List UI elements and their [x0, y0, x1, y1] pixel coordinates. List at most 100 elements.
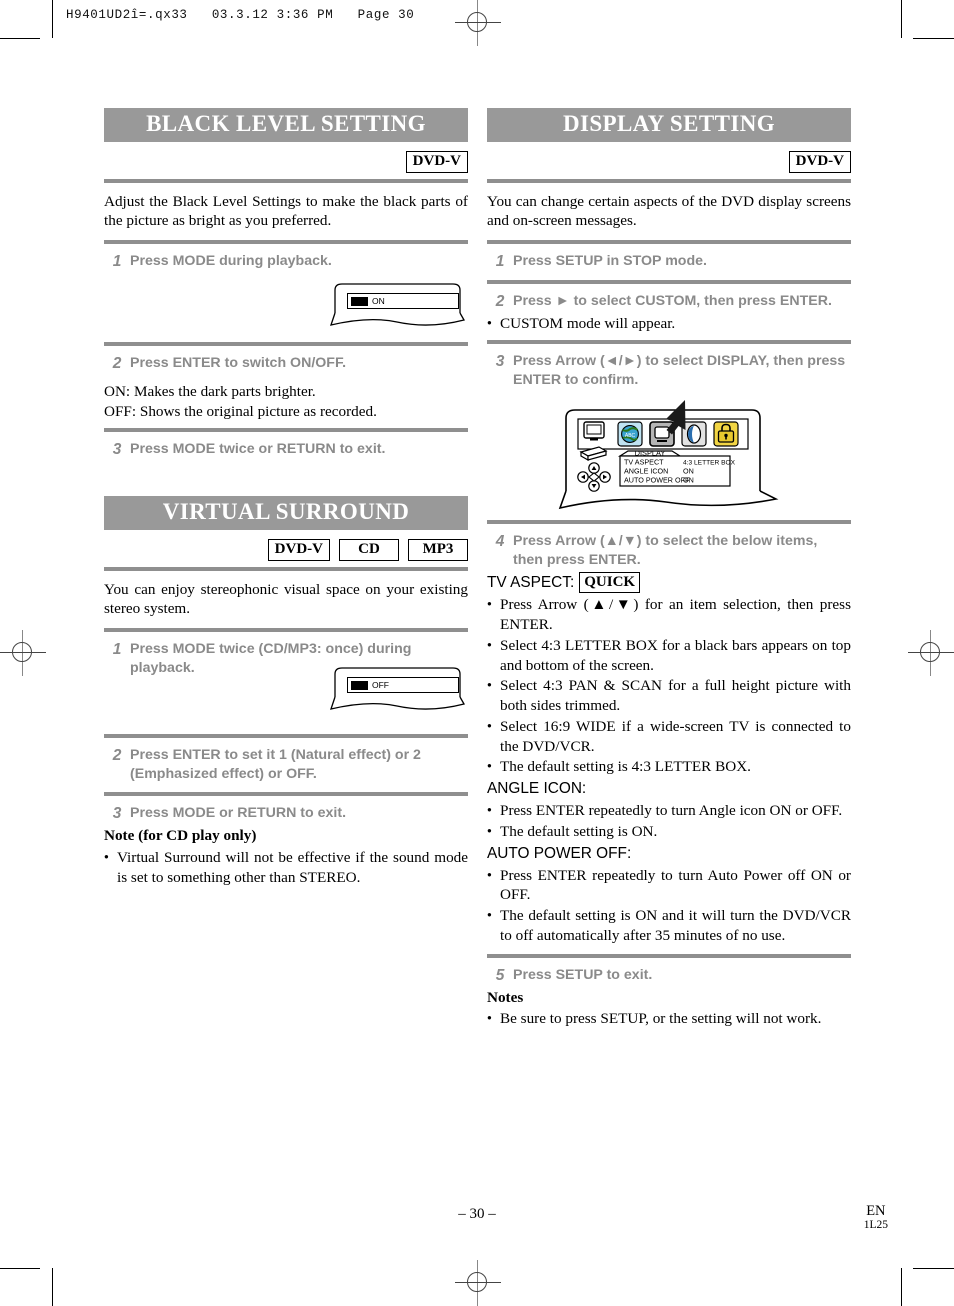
setting-bullet: The default setting is ON. [487, 822, 851, 842]
step-text: Press ENTER to set it 1 (Natural effect)… [130, 747, 421, 783]
section-rule [104, 566, 468, 571]
intro-paragraph-black-level: Adjust the Black Level Settings to make … [104, 192, 468, 230]
registration-mark-left [0, 630, 46, 676]
step-number: 5 [495, 966, 505, 984]
step-number: 3 [112, 805, 122, 823]
lock-icon [713, 421, 739, 447]
step-number: 1 [495, 253, 505, 271]
front-panel-display-text: ON [372, 296, 385, 307]
setting-bullet: The default setting is 4:3 LETTER BOX. [487, 757, 851, 777]
front-panel-display-box: ON [347, 293, 459, 310]
notes-bullet-list: Be sure to press SETUP, or the setting w… [487, 1009, 851, 1029]
crop-mark-bottom-left [0, 1268, 40, 1269]
step-display-1: 1 Press SETUP in STOP mode. [487, 252, 851, 272]
crop-mark-top-right [913, 38, 954, 39]
step-display-5: 5 Press SETUP to exit. [487, 966, 851, 986]
step-text: Press ► to select CUSTOM, then press ENT… [513, 293, 832, 310]
setting-bullet: The default setting is ON and it will tu… [487, 906, 851, 946]
note-bullet-list: Virtual Surround will not be effective i… [104, 848, 468, 888]
step-rule [487, 953, 851, 958]
step-rule [487, 240, 851, 245]
step-display-4: 4 Press Arrow (▲/▼) to select the below … [487, 532, 851, 570]
intro-paragraph-display-setting: You can change certain aspects of the DV… [487, 192, 851, 230]
registration-mark-bottom [455, 1260, 501, 1306]
media-badge-mp3: MP3 [408, 538, 468, 561]
on-description: ON: Makes the dark parts brighter. [104, 383, 316, 401]
step-rule [487, 280, 851, 285]
step-rule [104, 734, 468, 739]
step-text: Press MODE during playback. [130, 253, 332, 270]
setting-bullet: Press Arrow (▲/▼) for an item selection,… [487, 595, 851, 635]
menu-row-value-1: 4:3 LETTER BOX [683, 460, 736, 467]
crop-mark-left-bottom [52, 1268, 53, 1306]
media-badge-dvd-v: DVD-V [405, 150, 468, 173]
setting-bullet: Select 4:3 LETTER BOX for a black bars a… [487, 636, 851, 676]
setting-heading-angle-icon: ANGLE ICON: [487, 779, 851, 799]
tv-aspect-bullet-list: Press Arrow (▲/▼) for an item selection,… [487, 595, 851, 777]
tv-monitor-icon [583, 421, 605, 441]
step-text: Press Arrow (◄/►) to select DISPLAY, the… [513, 353, 846, 389]
globe-language-icon: ABC [617, 421, 643, 447]
step-text: Press ENTER to switch ON/OFF. [130, 355, 347, 372]
section-banner-virtual-surround: VIRTUAL SURROUND [104, 496, 468, 530]
registration-mark-right [908, 630, 954, 676]
front-panel-illustration-off: OFF [104, 664, 468, 720]
step-rule [104, 427, 468, 432]
front-panel-illustration-on: ON [104, 280, 468, 336]
display-swatch-icon [351, 680, 368, 690]
media-badge-dvd-v: DVD-V [267, 538, 330, 561]
section-rule [487, 178, 851, 183]
setting-heading-label: TV ASPECT: [487, 573, 575, 591]
registration-mark-top [455, 0, 501, 46]
setting-heading-label: AUTO POWER OFF: [487, 844, 632, 862]
custom-mode-bullet-list: CUSTOM mode will appear. [487, 314, 851, 334]
language-code: EN [866, 1203, 886, 1219]
custom-mode-bullet: CUSTOM mode will appear. [487, 314, 851, 334]
note-heading-cd-play: Note (for CD play only) [104, 827, 257, 845]
auto-power-off-bullet-list: Press ENTER repeatedly to turn Auto Powe… [487, 866, 851, 946]
media-badge-row-display-setting: DVD-V [487, 150, 851, 173]
section-banner-black-level: BLACK LEVEL SETTING [104, 108, 468, 142]
angle-icon-bullet-list: Press ENTER repeatedly to turn Angle ico… [487, 801, 851, 842]
note-bullet: Virtual Surround will not be effective i… [104, 848, 468, 888]
step-rule [104, 240, 468, 245]
step-virtual-surround-2: 2 Press ENTER to set it 1 (Natural effec… [104, 746, 468, 784]
media-badge-dvd-v: DVD-V [788, 150, 851, 173]
step-number: 3 [112, 440, 122, 458]
step-virtual-surround-3: 3 Press MODE or RETURN to exit. [104, 804, 468, 824]
setting-bullet: Press ENTER repeatedly to turn Auto Powe… [487, 866, 851, 906]
step-rule [104, 342, 468, 347]
notes-heading: Notes [487, 988, 524, 1006]
crop-mark-right-top [901, 0, 902, 38]
tv-figure-svg: ABC DISPLAY TV ASPECT 4:3 LETTER BOX ANG… [558, 400, 779, 510]
step-number: 2 [112, 747, 122, 765]
step-black-level-1: 1 Press MODE during playback. [104, 252, 468, 272]
step-text: Press SETUP to exit. [513, 966, 653, 983]
menu-row-label-2: ANGLE ICON [624, 467, 668, 476]
right-column: DISPLAY SETTING DVD-V You can change cer… [487, 108, 851, 1031]
display-swatch-icon [351, 296, 368, 306]
setting-bullet: Select 16:9 WIDE if a wide-screen TV is … [487, 717, 851, 757]
front-panel-display-box: OFF [347, 677, 459, 694]
crop-mark-left-top [52, 0, 53, 38]
step-number: 1 [112, 641, 122, 659]
step-black-level-3: 3 Press MODE twice or RETURN to exit. [104, 440, 468, 460]
crop-mark-right-bottom [901, 1268, 902, 1306]
step-number: 2 [495, 293, 505, 311]
step-rule [487, 520, 851, 525]
step-text: Press SETUP in STOP mode. [513, 253, 707, 270]
menu-row-value-3: ON [683, 476, 694, 485]
part-code: 1L25 [863, 1219, 888, 1232]
step-number: 1 [112, 253, 122, 271]
step-text: Press Arrow (▲/▼) to select the below it… [513, 533, 818, 569]
notes-bullet: Be sure to press SETUP, or the setting w… [487, 1009, 851, 1029]
step-rule [487, 340, 851, 345]
left-column: BLACK LEVEL SETTING DVD-V Adjust the Bla… [104, 108, 468, 890]
crop-mark-top-left [0, 38, 40, 39]
step-number: 3 [495, 353, 505, 371]
section-display-setting: DISPLAY SETTING DVD-V You can change cer… [487, 108, 851, 1029]
section-rule [104, 178, 468, 183]
step-display-3: 3 Press Arrow (◄/►) to select DISPLAY, t… [487, 352, 851, 390]
menu-row-value-2: ON [683, 467, 694, 476]
step-number: 4 [495, 533, 505, 551]
